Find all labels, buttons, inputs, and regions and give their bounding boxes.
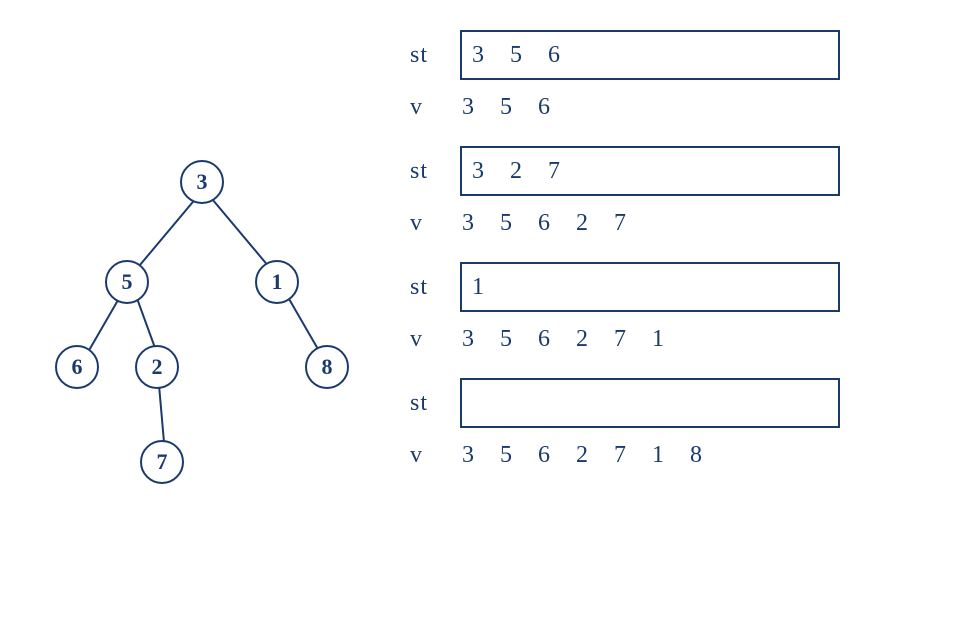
stack-box-4 [460, 378, 840, 428]
node-label: 5 [122, 269, 133, 295]
v-label: v [410, 442, 460, 469]
v-row-2: v 3 5 6 2 7 [410, 204, 940, 242]
v-label: v [410, 210, 460, 237]
stack-value: 3 5 6 [472, 42, 570, 69]
visited-value: 3 5 6 2 7 [462, 210, 636, 237]
node-label: 2 [152, 354, 163, 380]
st-label: st [410, 390, 460, 417]
tree-node-7: 7 [140, 440, 184, 484]
st-row-1: st 3 5 6 [410, 30, 940, 80]
tree-node-5: 5 [105, 260, 149, 304]
stack-value: 3 2 7 [472, 158, 570, 185]
node-label: 6 [72, 354, 83, 380]
edge-3-5 [132, 194, 200, 275]
stack-box-3: 1 [460, 262, 840, 312]
st-row-3: st 1 [410, 262, 940, 312]
tree-node-6: 6 [55, 345, 99, 389]
st-row-2: st 3 2 7 [410, 146, 940, 196]
st-label: st [410, 274, 460, 301]
stack-value: 1 [472, 274, 494, 301]
trace-panel: st 3 5 6 v 3 5 6 st 3 2 7 v 3 5 6 2 7 st… [410, 30, 940, 494]
edge-3-1 [208, 195, 274, 273]
stack-box-1: 3 5 6 [460, 30, 840, 80]
tree-diagram: 3 5 1 6 2 8 7 [20, 150, 360, 530]
v-row-4: v 3 5 6 2 7 1 8 [410, 436, 940, 474]
st-label: st [410, 42, 460, 69]
v-label: v [410, 94, 460, 121]
tree-node-2: 2 [135, 345, 179, 389]
st-row-4: st [410, 378, 940, 428]
visited-value: 3 5 6 2 7 1 [462, 326, 674, 353]
stack-box-2: 3 2 7 [460, 146, 840, 196]
v-row-3: v 3 5 6 2 7 1 [410, 320, 940, 358]
node-label: 3 [197, 169, 208, 195]
st-label: st [410, 158, 460, 185]
v-row-1: v 3 5 6 [410, 88, 940, 126]
visited-value: 3 5 6 2 7 1 8 [462, 442, 712, 469]
node-label: 1 [272, 269, 283, 295]
v-label: v [410, 326, 460, 353]
tree-node-3: 3 [180, 160, 224, 204]
visited-value: 3 5 6 [462, 94, 560, 121]
node-label: 7 [157, 449, 168, 475]
tree-node-1: 1 [255, 260, 299, 304]
node-label: 8 [322, 354, 333, 380]
tree-node-8: 8 [305, 345, 349, 389]
